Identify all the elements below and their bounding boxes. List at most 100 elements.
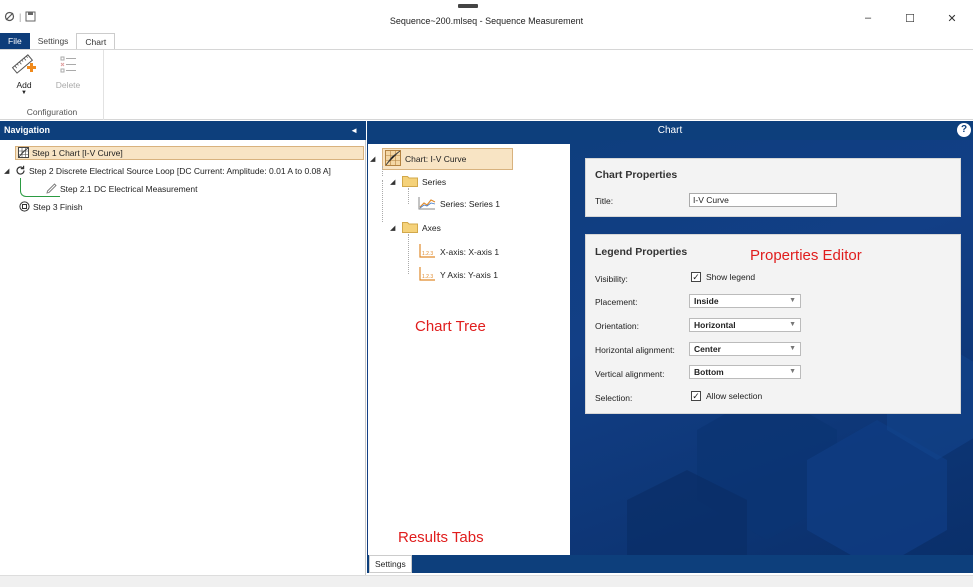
nav-item-label: Step 1 Chart [I-V Curve] [32,148,123,158]
tree-connector [408,188,409,204]
folder-icon [402,220,418,235]
tree-item-series[interactable]: Series: Series 1 [418,196,500,212]
add-label: Add [16,80,32,90]
tree-item-series-folder[interactable]: ◢ Series [390,174,446,189]
x-axis-icon: 1.2.3 [418,243,436,261]
collapse-left-icon[interactable]: ◄ [350,121,358,140]
nav-item-label: Step 2.1 DC Electrical Measurement [60,184,198,194]
nav-step-2-1[interactable]: Step 2.1 DC Electrical Measurement [46,182,197,196]
placement-select[interactable]: Inside ▼ [689,294,801,308]
tab-file[interactable]: File [0,33,30,49]
ribbon: Add ▼ Delete Configuration [0,49,973,120]
nav-step-1[interactable]: Step 1 Chart [I-V Curve] [15,146,364,160]
orientation-select[interactable]: Horizontal ▼ [689,318,801,332]
nav-item-label: Step 2 Discrete Electrical Source Loop [… [29,166,331,176]
checkmark-icon[interactable]: ✓ [691,391,701,401]
tree-connector [408,234,409,274]
tab-settings[interactable]: Settings [30,33,77,49]
axis-icon-text: 1.2.3 [422,274,433,280]
add-ruler-icon [11,54,37,79]
axis-icon-text: 1.2.3 [422,251,433,257]
delete-button[interactable]: Delete [48,53,88,90]
tree-item-axes-folder[interactable]: ◢ Axes [390,220,441,235]
orientation-value: Horizontal [694,320,736,330]
chart-properties-card: Chart Properties Title: I-V Curve [585,158,961,217]
allow-selection-text: Allow selection [706,391,763,401]
tree-chart-label: Chart: I-V Curve [405,154,467,164]
maximize-button[interactable]: ☐ [889,12,931,25]
finish-icon [19,200,30,214]
tree-item-chart[interactable]: ◢ Chart: I-V Curve [370,148,514,170]
chart-title-input[interactable]: I-V Curve [689,193,837,207]
chevron-down-icon: ▼ [789,321,796,328]
delete-label: Delete [55,80,81,90]
expand-triangle-icon[interactable]: ◢ [4,167,12,175]
tree-item-x-axis[interactable]: 1.2.3 X-axis: X-axis 1 [418,243,499,261]
pencil-icon [46,182,57,196]
chart-header: Chart ? [367,121,973,140]
status-bar [0,575,973,587]
annotation-results-tabs: Results Tabs [398,529,484,546]
horizontal-alignment-select[interactable]: Center ▼ [689,342,801,356]
window-grip[interactable] [458,4,478,8]
expand-triangle-icon[interactable]: ◢ [390,224,398,232]
chart-grid-icon [18,146,29,160]
close-button[interactable]: ✕ [931,12,973,25]
horizontal-alignment-label: Horizontal alignment: [595,345,675,355]
visibility-label: Visibility: [595,274,628,284]
horizontal-alignment-value: Center [694,344,721,354]
tree-axes-folder-label: Axes [422,222,441,233]
nav-step-2[interactable]: ◢ Step 2 Discrete Electrical Source Loop… [4,164,331,178]
chart-tree: ◢ Chart: I-V Curve ◢ Series Series: Seri… [368,144,570,555]
tree-item-y-axis[interactable]: 1.2.3 Y Axis: Y-axis 1 [418,266,498,284]
navigation-title: Navigation [4,125,51,135]
chart-grid-icon [385,150,401,168]
add-dropdown-icon[interactable]: ▼ [4,90,44,96]
window-title: Sequence~200.mlseq - Sequence Measuremen… [389,16,584,26]
selection-label: Selection: [595,393,633,403]
chevron-down-icon: ▼ [789,345,796,352]
navigation-header: Navigation ◄ [0,121,366,140]
tab-chart[interactable]: Chart [76,33,116,49]
tree-x-axis-label: X-axis: X-axis 1 [440,247,500,257]
loop-icon [15,165,26,178]
annotation-chart-tree: Chart Tree [415,318,486,335]
nav-step-3[interactable]: Step 3 Finish [19,200,83,214]
placement-value: Inside [694,296,719,306]
tab-results-settings[interactable]: Settings [369,555,412,573]
chart-header-title: Chart [657,125,683,136]
legend-properties-title: Legend Properties [595,246,688,258]
help-icon[interactable]: ? [957,123,971,137]
navigation-panel: Step 1 Chart [I-V Curve] ◢ Step 2 Discre… [0,140,366,575]
vertical-alignment-label: Vertical alignment: [595,369,665,379]
chevron-down-icon: ▼ [789,297,796,304]
folder-icon [402,174,418,189]
tree-series-folder-label: Series [422,176,447,187]
nav-item-label: Step 3 Finish [33,202,83,212]
chevron-down-icon: ▼ [789,368,796,375]
title-bar: | Sequence~200.mlseq - Sequence Measurem… [0,0,973,32]
expand-triangle-icon[interactable]: ◢ [370,155,378,163]
add-button[interactable]: Add ▼ [4,53,44,96]
delete-list-icon [56,56,80,79]
tree-chart-node[interactable]: Chart: I-V Curve [382,148,514,170]
tree-y-axis-label: Y Axis: Y-axis 1 [440,270,498,280]
tree-connector [382,166,383,176]
results-tabs-bar: Settings [367,555,973,573]
expand-triangle-icon[interactable]: ◢ [390,178,398,186]
annotation-properties-editor: Properties Editor [750,247,862,264]
checkmark-icon[interactable]: ✓ [691,272,701,282]
chart-properties-title: Chart Properties [595,169,678,181]
configuration-group: Add ▼ Delete Configuration [0,50,104,120]
group-label: Configuration [26,107,78,117]
vertical-alignment-value: Bottom [694,367,724,377]
orientation-label: Orientation: [595,321,639,331]
vertical-alignment-select[interactable]: Bottom ▼ [689,365,801,379]
ribbon-tabs: File Settings Chart [0,33,116,49]
minimize-button[interactable]: – [847,12,889,25]
show-legend-checkbox[interactable]: ✓ Show legend [691,272,755,282]
y-axis-icon: 1.2.3 [418,266,436,284]
placement-label: Placement: [595,297,638,307]
allow-selection-checkbox[interactable]: ✓ Allow selection [691,391,762,401]
tree-series-label: Series: Series 1 [440,199,500,209]
